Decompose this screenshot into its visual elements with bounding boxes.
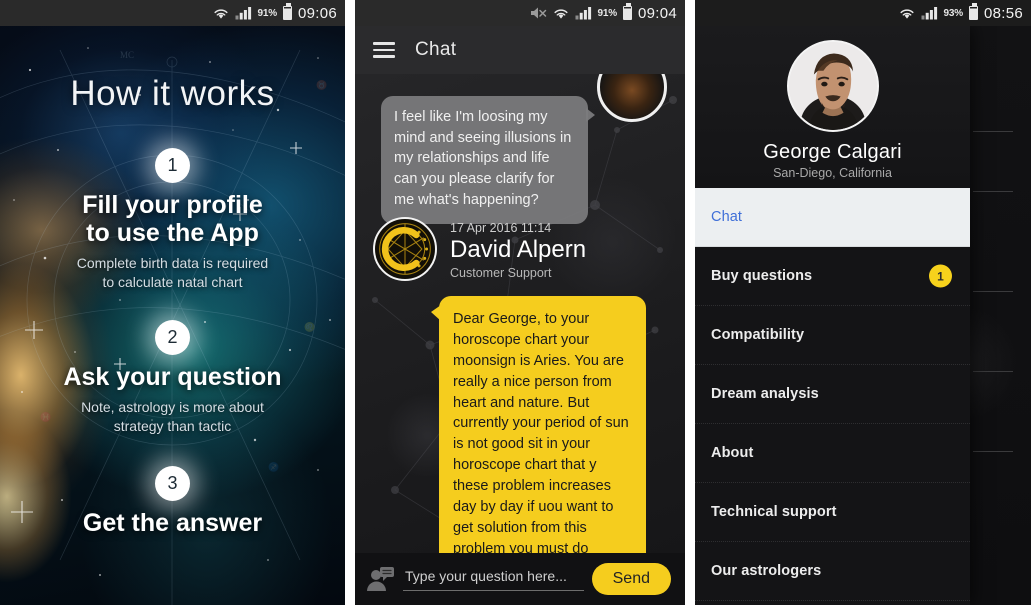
status-bar-phone1: 91% 09:06 xyxy=(0,0,345,26)
phone-navigation-drawer: 93% 08:56 George Calgari San-Diego, Cali… xyxy=(695,0,1031,605)
page-title: How it works xyxy=(70,74,275,113)
background-list-behind-drawer xyxy=(969,26,1031,605)
drawer-menu: Chat Buy questions 1 Compatibility Dream… xyxy=(695,188,970,605)
person-message-icon xyxy=(367,567,394,591)
menu-item-our-astrologers[interactable]: Our astrologers xyxy=(695,542,970,601)
menu-item-label: Compatibility xyxy=(711,327,805,343)
profile-location: San-Diego, California xyxy=(773,166,892,180)
battery-percent-label: 91% xyxy=(597,7,618,19)
menu-badge-count: 1 xyxy=(929,264,952,288)
wifi-icon xyxy=(899,8,914,19)
menu-item-label: Our astrologers xyxy=(711,563,822,579)
step-1-title: Fill your profile to use the App xyxy=(82,191,263,247)
how-it-works-content: How it works 1 Fill your profile to use … xyxy=(0,26,345,605)
battery-percent-label: 91% xyxy=(257,7,278,19)
step-1: 1 Fill your profile to use the App Compl… xyxy=(0,148,345,292)
phone-how-it-works: MC ♉ ♌ ♓ ♐ 91% 09:06 How it works 1 Fill… xyxy=(0,0,345,605)
menu-item-compatibility[interactable]: Compatibility xyxy=(695,306,970,365)
step-1-subtitle: Complete birth data is required to calcu… xyxy=(76,255,269,290)
message-timestamp: 17 Apr 2016 11:14 xyxy=(450,221,552,235)
sender-meta: 17 Apr 2016 11:14 David Alpern Customer … xyxy=(450,217,586,280)
step-2: 2 Ask your question Note, astrology is m… xyxy=(0,319,345,436)
three-phone-screenshot-row: MC ♉ ♌ ♓ ♐ 91% 09:06 How it works 1 Fill… xyxy=(0,0,1036,605)
battery-icon xyxy=(282,3,292,20)
message-bubble-outgoing: I feel like I'm loosing my mind and seei… xyxy=(381,96,595,224)
signal-icon xyxy=(235,7,251,20)
chat-app-bar: Chat xyxy=(355,26,685,74)
chat-title: Chat xyxy=(415,39,457,60)
sender-name: David Alpern xyxy=(450,236,587,263)
menu-item-technical-support[interactable]: Technical support xyxy=(695,483,970,542)
menu-item-about[interactable]: About xyxy=(695,424,970,483)
clock-label: 09:04 xyxy=(637,4,677,22)
menu-item-label: Buy questions xyxy=(711,268,813,284)
profile-name: George Calgari xyxy=(763,141,902,163)
chat-input-wrap xyxy=(403,567,584,591)
battery-icon xyxy=(622,3,632,20)
clock-label: 08:56 xyxy=(983,4,1023,22)
menu-item-chat[interactable]: Chat xyxy=(695,188,970,247)
sender-role: Customer Support xyxy=(450,266,552,281)
step-3-number: 3 xyxy=(155,465,190,501)
menu-item-label: Technical support xyxy=(711,504,837,520)
drawer-profile-header[interactable]: George Calgari San-Diego, California xyxy=(695,26,970,188)
status-bar-phone3: 93% 08:56 xyxy=(695,0,1031,26)
navigation-drawer: George Calgari San-Diego, California Cha… xyxy=(695,26,970,605)
menu-item-label: Dream analysis xyxy=(711,386,819,402)
menu-item-buy-questions[interactable]: Buy questions 1 xyxy=(695,247,970,306)
step-2-number: 2 xyxy=(155,319,190,355)
mute-icon xyxy=(530,7,546,19)
menu-item-label: About xyxy=(711,445,754,461)
chat-message-list[interactable]: I feel like I'm loosing my mind and seei… xyxy=(355,74,685,553)
step-3: 3 Get the answer xyxy=(0,465,345,537)
status-bar-phone2: 91% 09:04 xyxy=(355,0,685,26)
phone-chat: 91% 09:04 Chat I feel like I'm loosing m… xyxy=(355,0,685,605)
menu-item-label: Chat xyxy=(711,209,743,225)
user-avatar-partial xyxy=(597,74,667,122)
signal-icon xyxy=(921,7,937,20)
wifi-icon xyxy=(213,8,228,19)
astrologer-emblem-avatar-icon xyxy=(373,217,437,281)
wifi-icon xyxy=(553,8,568,19)
step-1-number: 1 xyxy=(155,148,190,183)
clock-label: 09:06 xyxy=(297,4,337,22)
user-photo-avatar-icon xyxy=(786,40,879,132)
message-sender-block: 17 Apr 2016 11:14 David Alpern Customer … xyxy=(373,217,586,281)
step-2-title: Ask your question xyxy=(63,362,282,391)
chat-message-input[interactable] xyxy=(403,567,584,591)
step-2-subtitle: Note, astrology is more about strategy t… xyxy=(81,398,264,434)
battery-percent-label: 93% xyxy=(943,7,964,19)
hamburger-menu-icon[interactable] xyxy=(373,42,395,58)
step-3-title: Get the answer xyxy=(82,508,263,537)
signal-icon xyxy=(575,7,591,20)
chat-input-bar: Send xyxy=(355,553,685,605)
send-button[interactable]: Send xyxy=(591,563,671,595)
menu-item-dream-analysis[interactable]: Dream analysis xyxy=(695,365,970,424)
message-bubble-incoming: Dear George, to your horoscope chart you… xyxy=(431,296,646,553)
battery-icon xyxy=(968,3,978,20)
